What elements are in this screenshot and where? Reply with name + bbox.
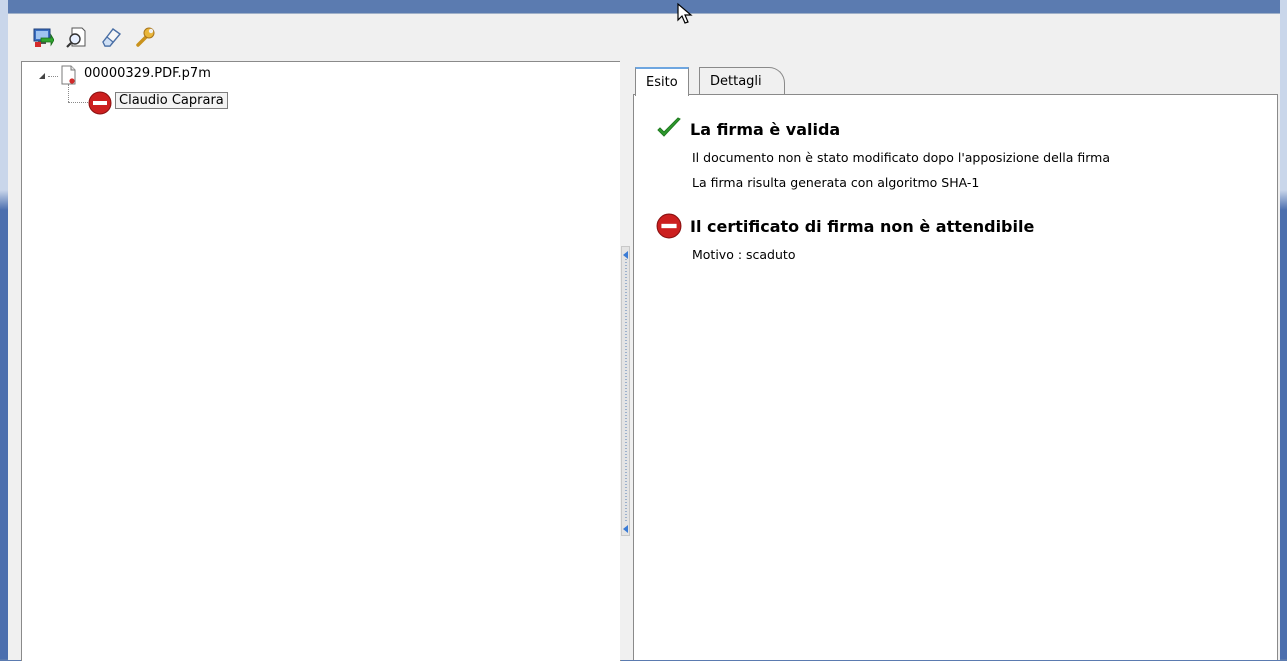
window-frame-right xyxy=(1280,0,1287,659)
expand-toggle-icon[interactable] xyxy=(38,72,46,80)
settings-button[interactable] xyxy=(130,24,160,50)
no-entry-icon xyxy=(656,213,682,239)
signature-detail-line: Il documento non è stato modificato dopo… xyxy=(692,150,1111,165)
main-window: 00000329.PDF.p7m Claudio Caprara Esito D… xyxy=(8,13,1280,661)
signature-status-title: La firma è valida xyxy=(690,119,841,139)
eraser-button[interactable] xyxy=(96,24,126,50)
wrench-icon xyxy=(136,27,155,47)
eraser-icon xyxy=(102,28,122,47)
mouse-cursor-icon xyxy=(677,2,693,24)
signature-tree-panel: 00000329.PDF.p7m Claudio Caprara xyxy=(21,61,621,661)
certificate-status: Il certificato di firma non è attendibil… xyxy=(656,213,1034,239)
tab-esito-label: Esito xyxy=(646,75,678,90)
document-icon xyxy=(61,65,76,85)
esito-content: La firma è valida Il documento non è sta… xyxy=(633,94,1278,660)
checkmark-icon xyxy=(657,117,681,137)
inspect-document-icon xyxy=(66,27,86,48)
tab-strip: Esito Dettagli xyxy=(633,61,1279,96)
window-frame-left xyxy=(0,0,8,659)
inspect-document-button[interactable] xyxy=(62,24,92,50)
tab-dettagli-label: Dettagli xyxy=(710,73,762,89)
certificate-detail-line: Motivo : scaduto xyxy=(692,247,796,262)
export-button[interactable] xyxy=(28,24,58,50)
tab-dettagli[interactable]: Dettagli xyxy=(699,67,785,94)
certificate-status-title: Il certificato di firma non è attendibil… xyxy=(690,216,1035,236)
collapse-left-arrow-icon[interactable] xyxy=(623,525,628,533)
collapse-left-arrow-icon[interactable] xyxy=(623,251,628,259)
pane-splitter[interactable] xyxy=(620,61,632,660)
tree-connector xyxy=(48,76,58,77)
tree-connector xyxy=(68,102,88,103)
toolbar xyxy=(28,24,160,50)
signature-status: La firma è valida xyxy=(656,117,840,141)
tree-node-signer[interactable]: Claudio Caprara xyxy=(115,92,228,109)
signature-detail-line: La firma risulta generata con algoritmo … xyxy=(692,175,980,190)
tab-esito[interactable]: Esito xyxy=(635,67,689,96)
export-icon xyxy=(33,28,54,47)
result-panel: Esito Dettagli La firma è valida Il docu… xyxy=(633,61,1279,660)
tree-node-file[interactable]: 00000329.PDF.p7m xyxy=(84,66,211,81)
no-entry-icon xyxy=(88,91,112,115)
tree-connector xyxy=(68,84,69,102)
splitter-grip[interactable] xyxy=(621,246,630,536)
grip-dots xyxy=(625,259,627,521)
